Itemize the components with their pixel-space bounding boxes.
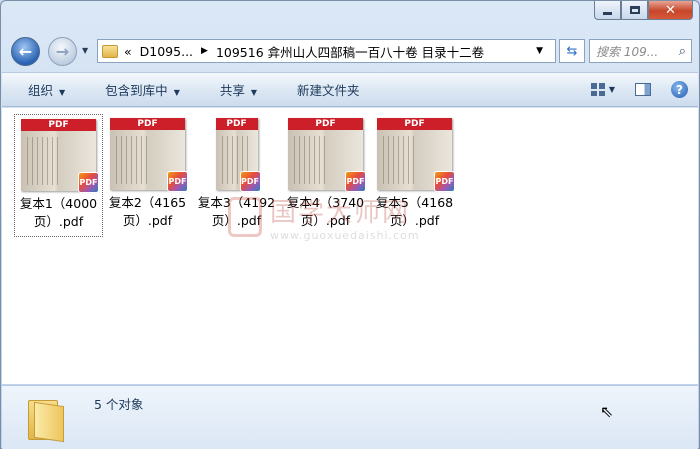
folder-icon <box>28 396 68 443</box>
pdf-band: PDF <box>288 118 363 130</box>
pdf-band: PDF <box>21 119 96 131</box>
chevron-down-icon: ▼ <box>173 88 180 97</box>
pdf-thumbnail: PDF PDF <box>215 118 261 192</box>
close-icon: ✕ <box>665 2 676 18</box>
search-input[interactable]: 搜索 109... ⌕ <box>589 39 692 63</box>
file-item[interactable]: PDF PDF 复本4（3740页）.pdf <box>281 114 370 237</box>
file-item[interactable]: PDF PDF 复本2（4165页）.pdf <box>103 114 192 237</box>
recent-pages-dropdown[interactable]: ▼ <box>82 46 88 55</box>
file-name: 复本2（4165页）.pdf <box>108 195 187 228</box>
pdf-thumbnail: PDF PDF <box>288 118 366 192</box>
pdf-thumbnail: PDF PDF <box>377 118 455 192</box>
new-folder-label: 新建文件夹 <box>297 83 360 98</box>
new-folder-button[interactable]: 新建文件夹 <box>271 80 374 99</box>
file-name: 复本3（4192页）.pdf <box>197 195 276 228</box>
forward-button[interactable]: → <box>48 37 77 66</box>
pdf-icon: PDF <box>78 172 99 193</box>
file-name: 复本1（4000页）.pdf <box>19 196 98 229</box>
share-button[interactable]: 共享 ▼ <box>194 80 271 99</box>
refresh-button[interactable]: ⇆ <box>559 39 585 63</box>
view-options-icon[interactable] <box>590 83 605 96</box>
folder-icon <box>102 44 118 58</box>
arrow-right-icon: → <box>55 42 70 61</box>
file-name: 复本5（4168页）.pdf <box>375 195 454 228</box>
address-bar[interactable]: « D1095... ▶ 109516 弇州山人四部稿一百八十卷 目录十二卷 ▼ <box>97 39 556 63</box>
preview-pane-icon[interactable] <box>635 83 651 96</box>
view-dropdown[interactable]: ▼ <box>609 85 615 94</box>
maximize-icon <box>629 6 640 14</box>
back-button[interactable]: ← <box>11 37 40 66</box>
pdf-band: PDF <box>110 118 185 130</box>
maximize-button[interactable] <box>621 1 648 20</box>
pdf-band: PDF <box>377 118 452 130</box>
file-item[interactable]: PDF PDF 复本5（4168页）.pdf <box>370 114 459 237</box>
chevron-down-icon[interactable]: ▼ <box>536 46 543 56</box>
organize-button[interactable]: 组织 ▼ <box>2 80 79 99</box>
item-count: 5 个对象 <box>94 397 144 412</box>
share-label: 共享 <box>219 83 245 98</box>
arrow-left-icon: ← <box>18 42 33 61</box>
mouse-cursor-icon: ⇖ <box>600 402 614 421</box>
file-item[interactable]: PDF PDF 复本1（4000页）.pdf <box>14 114 103 237</box>
details-pane: 5 个对象 ⇖ <box>2 385 698 449</box>
file-item[interactable]: PDF PDF 复本3（4192页）.pdf <box>192 114 281 237</box>
search-placeholder: 搜索 109... <box>596 44 659 59</box>
view-controls: ▼ ? <box>590 73 698 106</box>
minimize-button[interactable] <box>594 1 621 20</box>
breadcrumb-item[interactable]: D1095... <box>140 44 193 59</box>
pdf-band: PDF <box>215 118 258 130</box>
pdf-thumbnail: PDF PDF <box>21 119 99 193</box>
refresh-icon: ⇆ <box>566 43 578 59</box>
chevron-down-icon: ▼ <box>250 88 258 97</box>
pdf-icon: PDF <box>345 171 366 192</box>
pdf-icon: PDF <box>239 171 261 192</box>
pdf-icon: PDF <box>167 171 188 192</box>
search-icon[interactable]: ⌕ <box>679 44 686 59</box>
command-bar: 组织 ▼ 包含到库中 ▼ 共享 ▼ 新建文件夹 ▼ ? <box>2 72 698 107</box>
chevron-right-icon[interactable]: ▶ <box>201 46 208 56</box>
organize-label: 组织 <box>28 83 54 98</box>
file-name: 复本4（3740页）.pdf <box>286 195 365 228</box>
close-button[interactable]: ✕ <box>648 1 693 20</box>
help-icon[interactable]: ? <box>671 81 688 98</box>
pdf-thumbnail: PDF PDF <box>110 118 188 192</box>
chevron-down-icon: ▼ <box>59 88 66 97</box>
caption-buttons: ✕ <box>594 1 693 20</box>
breadcrumb-item-current[interactable]: 109516 弇州山人四部稿一百八十卷 目录十二卷 <box>216 42 484 61</box>
minimize-icon <box>603 11 612 15</box>
breadcrumb-overflow[interactable]: « <box>124 44 132 59</box>
file-list[interactable]: PDF PDF 复本1（4000页）.pdf PDF PDF 复本2（4165页）.… <box>2 108 698 384</box>
file-grid: PDF PDF 复本1（4000页）.pdf PDF PDF 复本2（4165页）.… <box>14 114 459 237</box>
pdf-icon: PDF <box>434 171 455 192</box>
include-library-button[interactable]: 包含到库中 ▼ <box>79 80 194 99</box>
explorer-window: ✕ ← → ▼ « D1095... ▶ 109516 弇州山人四部稿一百八十卷… <box>0 0 700 449</box>
include-library-label: 包含到库中 <box>105 83 168 98</box>
